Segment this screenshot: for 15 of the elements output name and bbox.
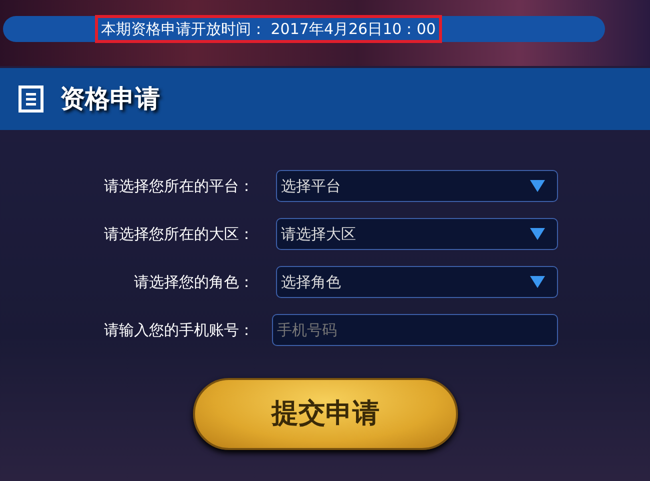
dropdown-arrow-icon: [530, 180, 545, 192]
list-icon: [18, 85, 44, 113]
field-label: 请选择您所在的大区：: [103, 224, 255, 245]
field-label: 请选择您所在的平台：: [103, 176, 255, 197]
select-field[interactable]: 选择平台: [276, 170, 558, 202]
select-field[interactable]: 请选择大区: [276, 218, 558, 250]
input-field[interactable]: 手机号码: [272, 314, 558, 346]
notice-text: 本期资格申请开放时间： 2017年4月26日10：00: [95, 15, 442, 43]
submit-button[interactable]: 提交申请: [193, 378, 458, 450]
dropdown-arrow-icon: [530, 228, 545, 240]
field-label: 请选择您的角色：: [133, 272, 255, 293]
select-field[interactable]: 选择角色: [276, 266, 558, 298]
dropdown-arrow-icon: [530, 276, 545, 288]
field-label: 请输入您的手机账号：: [103, 320, 255, 341]
panel-title: 资格申请: [60, 83, 160, 116]
